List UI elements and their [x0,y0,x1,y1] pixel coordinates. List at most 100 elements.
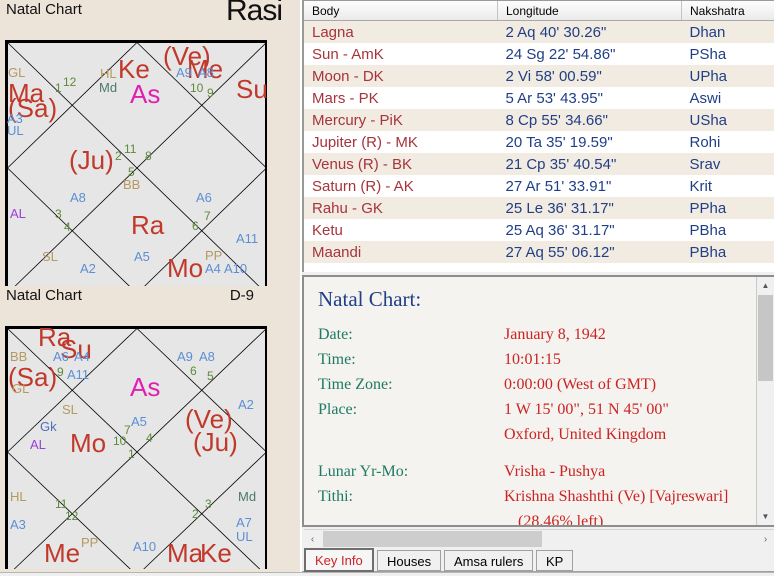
chart-label-d9-A2: A2 [238,397,254,412]
table-row[interactable]: Saturn (R) - AK 27 Ar 51' 33.91" Krit [304,175,774,197]
chart-label-rasi-A8: A8 [198,65,214,80]
chart-label-rasi-As: As [130,79,161,109]
planet-table-header-row: Body Longitude Nakshatra [304,1,774,21]
chart-label-d9-1: 1 [128,447,135,461]
tab-kp[interactable]: KP [536,550,574,571]
chart-label-d9-4: 4 [146,431,153,445]
info-key: Time: [318,351,356,368]
chart-label-rasi-10: 10 [190,81,204,95]
table-row[interactable]: Maandi 27 Aq 55' 06.12" PBha [304,241,774,263]
table-row[interactable]: Mars - PK 5 Ar 53' 43.95" Aswi [304,87,774,109]
info-row: Time Zone: 0:00:00 (West of GMT) [318,376,757,401]
scroll-down-icon[interactable]: ▼ [757,508,774,525]
table-row[interactable]: Jupiter (R) - MK 20 Ta 35' 19.59" Rohi [304,131,774,153]
chart-label-d9-9: 9 [57,365,64,379]
scroll-right-icon[interactable]: › [757,530,774,548]
cell-longitude: 8 Cp 55' 34.66" [497,109,682,131]
chart-label-d9-A11: A11 [67,367,90,382]
table-row[interactable]: Lagna 2 Aq 40' 30.26" Dhan [304,20,774,43]
chart-label-rasi-Md: Md [99,80,118,95]
cell-body: Mars - PK [312,89,379,107]
chart-label-rasi-A3: A3 [7,111,23,126]
window-footer [0,572,774,576]
chart-label-rasi-Ra: Ra [131,210,165,240]
chart-label-d9-Su: Su [60,334,92,364]
column-header-body[interactable]: Body [304,1,498,21]
cell-longitude: 27 Ar 51' 33.91" [505,177,612,195]
cell-nakshatra: PBha [681,241,774,263]
info-scroll-thumb[interactable] [758,295,773,381]
chart-label-d9-12: 12 [65,509,79,523]
horizontal-scrollbar[interactable]: ‹ › [304,529,774,548]
chart-label-d9-A5: A5 [131,414,147,429]
scroll-up-icon[interactable]: ▲ [757,277,774,294]
column-header-nakshatra[interactable]: Nakshatra [681,1,774,21]
chart-label-rasi-2: 2 [115,149,122,163]
planet-table-container[interactable]: Body Longitude Nakshatra Lagna 2 Aq 40' 3… [302,0,774,272]
chart-label-d9-A10: A10 [133,539,157,554]
cell-longitude: 2 Vi 58' 00.59" [497,65,682,87]
cell-body: Mercury - PiK [304,109,498,131]
chart-label-d9-As: As [130,372,161,402]
table-row[interactable]: Ketu 25 Aq 36' 31.17" PBha [304,219,774,241]
info-row: Time: 10:01:15 [318,351,757,376]
chart-label-rasi-6: 6 [192,219,199,233]
tab-houses[interactable]: Houses [377,550,442,571]
chart-label-d9-5: 5 [207,369,214,383]
chart-glyph-layer: GL Ma (Sa) A3 UL 1 12 HL Md Ke As (Ve) Me A9 A8 10 9 Su 2 1… [0,0,300,576]
chart-label-d9-3: 3 [205,497,212,511]
table-row[interactable]: Venus (R) - BK 21 Cp 35' 40.54" Srav [304,153,774,175]
info-value: Oxford, United Kingdom [504,426,667,443]
cell-nakshatra: Aswi [689,89,722,107]
planet-table-body: Lagna 2 Aq 40' 30.26" Dhan Sun - AmK 24 Sg 2… [304,20,774,263]
table-row[interactable]: Moon - DK 2 Vi 58' 00.59" UPha [304,65,774,87]
chart-label-rasi-HL: HL [100,66,117,81]
details-pane: Body Longitude Nakshatra Lagna 2 Aq 40' 3… [302,0,774,576]
tab-key-info[interactable]: Key Info [304,548,374,572]
planet-table: Body Longitude Nakshatra Lagna 2 Aq 40' 3… [304,1,774,263]
info-row: Place: 1 W 15' 00", 51 N 45' 00" [318,401,757,426]
cell-body: Jupiter (R) - MK [312,133,418,151]
chart-label-d9-HL: HL [10,489,27,504]
key-info-title: Natal Chart: [318,287,422,311]
key-info-rows: Date: January 8, 1942 Time: 10:01:15 Time Zo… [318,326,757,525]
chart-label-rasi-BB: BB [123,177,141,192]
chart-label-rasi-Me: Me [187,54,224,84]
chart-label-rasi-A2: A2 [80,261,96,276]
chart-label-d9-A6: A6 [53,349,69,364]
chart-label-rasi-Su: Su [236,74,268,104]
info-key: Lunar Yr-Mo: [318,463,409,480]
table-row[interactable]: Rahu - GK 25 Le 36' 31.17" PPha [304,197,774,219]
info-key: Place: [318,401,358,418]
chart-label-d9-A9: A9 [177,349,193,364]
key-info-panel: Natal Chart: Date: January 8, 1942 Time: 10… [302,275,774,527]
table-row[interactable]: Mercury - PiK 8 Cp 55' 34.66" USha [304,109,774,131]
chart-label-rasi-A11: A11 [236,231,259,246]
scroll-left-icon[interactable]: ‹ [304,530,321,548]
cell-nakshatra: Rohi [689,133,721,151]
chart-label-d9-AL: AL [30,437,46,452]
chart-label-rasi-Ke: Ke [118,54,150,84]
chart-label-rasi-8: 8 [145,149,152,163]
chart-label-d9-UL: UL [236,529,253,544]
info-vertical-scrollbar[interactable]: ▲ ▼ [756,277,774,525]
chart-label-rasi-AL: AL [10,206,26,221]
cell-longitude: 25 Le 36' 31.17" [497,197,682,219]
chart-label-d9-Me: Me [44,538,81,568]
chart-label-d9-SL: SL [62,402,78,417]
info-key: Time Zone: [318,376,393,393]
chart-label-d9-Ma: Ma [167,538,204,568]
chart-label-d9-Md: Md [238,489,257,504]
cell-body: Saturn (R) - AK [312,177,414,195]
chart-label-d9-11: 11 [55,497,68,511]
horizontal-scroll-thumb[interactable] [323,531,542,547]
tab-amsa-rulers[interactable]: Amsa rulers [444,550,534,571]
chart-label-rasi-12: 12 [63,75,77,89]
table-row[interactable]: Sun - AmK 24 Sg 22' 54.86" PSha [304,43,774,65]
chart-label-rasi-PP: PP [205,248,223,263]
column-header-longitude[interactable]: Longitude [497,1,682,21]
cell-longitude: 27 Aq 55' 06.12" [497,241,682,263]
chart-label-rasi-A6: A6 [196,190,212,205]
chart-label-d9-A4: A4 [74,349,90,364]
cell-longitude: 24 Sg 22' 54.86" [505,45,616,63]
